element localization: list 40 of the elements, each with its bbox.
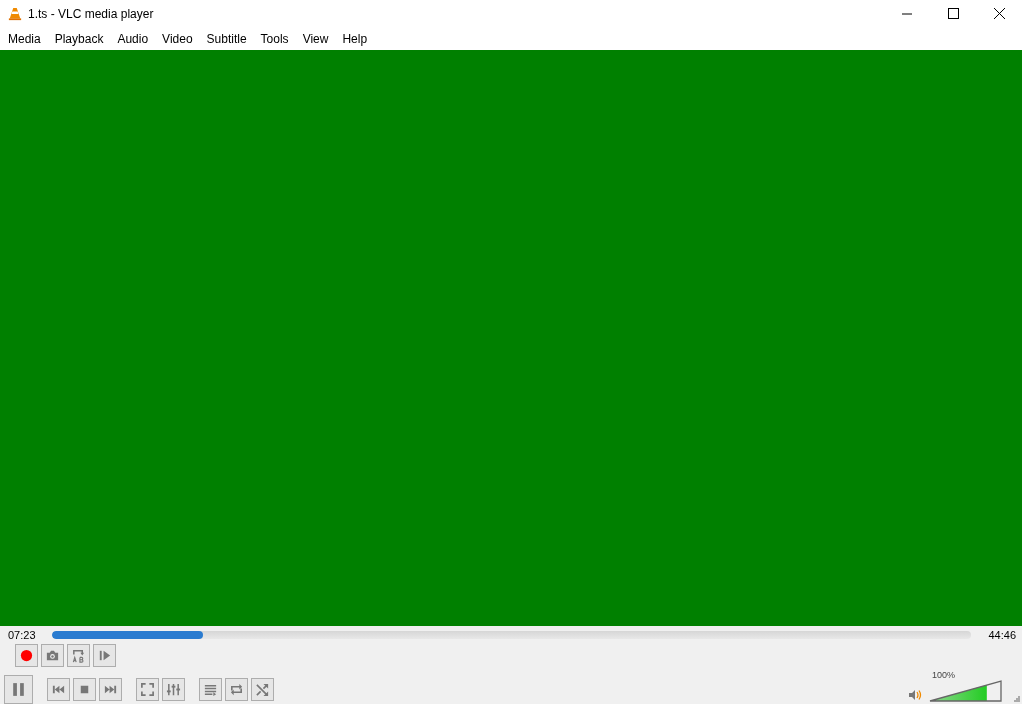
menu-item[interactable]: Audio <box>110 32 156 46</box>
frame-step-button[interactable] <box>93 644 116 667</box>
sliders-button[interactable] <box>162 678 185 701</box>
playlist-icon <box>203 682 218 697</box>
camera-icon <box>45 648 60 663</box>
record-button[interactable] <box>15 644 38 667</box>
menu-item[interactable]: View <box>295 32 336 46</box>
fullscreen-icon <box>140 682 155 697</box>
shuffle-icon <box>255 682 270 697</box>
menu-item[interactable]: Help <box>335 32 375 46</box>
fullscreen-button[interactable] <box>136 678 159 701</box>
sliders-icon <box>166 682 181 697</box>
seek-bar[interactable] <box>51 630 972 639</box>
loop-icon <box>229 682 244 697</box>
pause-button[interactable] <box>4 675 33 704</box>
volume-slider[interactable] <box>929 680 1003 702</box>
menu-item[interactable]: Playback <box>47 32 111 46</box>
pause-icon <box>10 681 27 698</box>
frame-step-icon <box>97 648 112 663</box>
menu-item[interactable]: Video <box>155 32 200 46</box>
volume-reading: 100% <box>932 670 957 680</box>
menu-item[interactable]: Subtitle <box>199 32 254 46</box>
playlist-button[interactable] <box>199 678 222 701</box>
menu-item[interactable]: Media <box>1 32 48 46</box>
speaker-icon[interactable] <box>908 689 922 701</box>
previous-button[interactable] <box>47 678 70 701</box>
shuffle-button[interactable] <box>251 678 274 701</box>
window-title: 1.ts - VLC media player <box>28 7 155 21</box>
total-time: 44:46 <box>988 628 1016 641</box>
loop-button[interactable] <box>225 678 248 701</box>
elapsed-time: 07:23 <box>8 628 36 641</box>
resize-grip-icon[interactable] <box>1014 696 1020 702</box>
ab-loop-icon <box>71 648 86 663</box>
menu-item[interactable]: Tools <box>253 32 296 46</box>
camera-button[interactable] <box>41 644 64 667</box>
next-button[interactable] <box>99 678 122 701</box>
ab-loop-button[interactable] <box>67 644 90 667</box>
stop-button[interactable] <box>73 678 96 701</box>
record-icon <box>19 648 34 663</box>
traffic-cone-icon <box>8 7 22 21</box>
